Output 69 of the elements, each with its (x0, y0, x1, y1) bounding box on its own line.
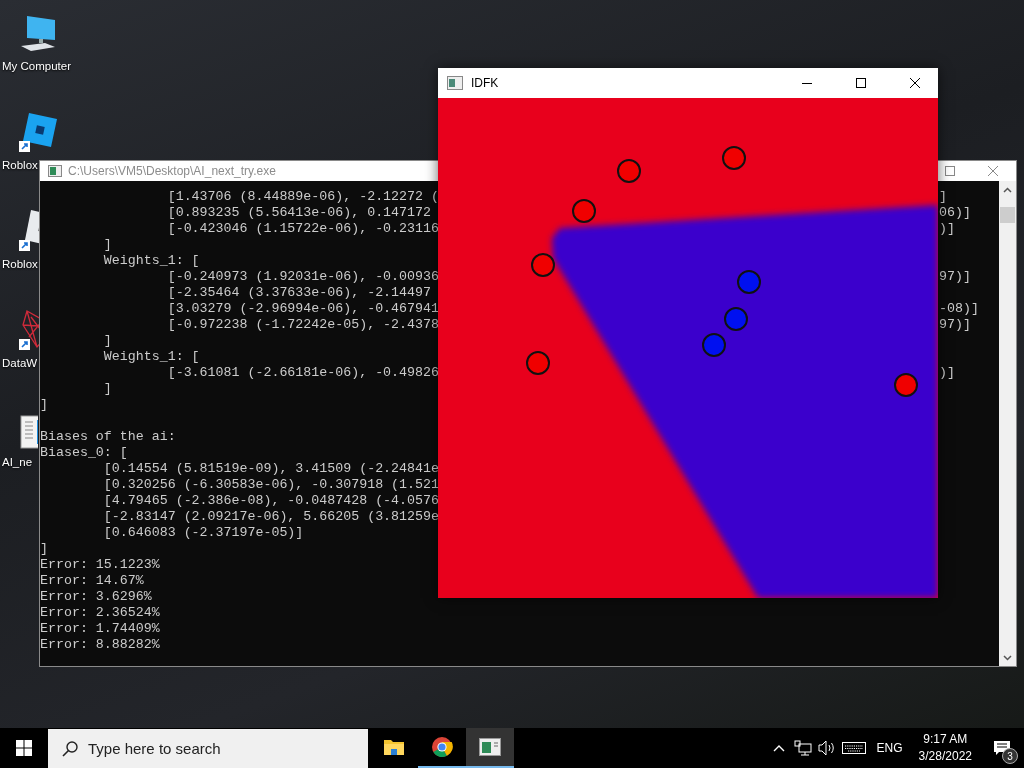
console-output-line: Error: 8.88282% (40, 637, 160, 653)
scrollbar[interactable] (999, 181, 1016, 666)
console-output-line: [-0.240973 (1.92031e-06), -0.00936 (166, 269, 439, 285)
console-output-line: ] (40, 541, 48, 557)
console-output-line: Biases of the ai: (40, 429, 176, 445)
console-output-line: [-0.423046 (1.15722e-06), -0.23116 (166, 221, 439, 237)
console-output-line: [0.14554 (5.81519e-09), 3.41509 (-2.24841e (102, 461, 439, 477)
search-field[interactable]: Type here to search (48, 729, 368, 768)
desktop-icon-label[interactable]: Roblox (0, 258, 38, 270)
web-icon (17, 307, 39, 351)
taskbar-app-button[interactable] (466, 728, 514, 768)
console-output-fragment: 97)] (939, 269, 971, 285)
console-output-line: ] (102, 381, 112, 397)
desktop-icon-label[interactable]: DataW (0, 357, 38, 369)
close-icon (988, 166, 998, 176)
windows-logo-icon (16, 740, 32, 756)
console-app-icon (479, 738, 501, 756)
maximize-icon (856, 78, 866, 88)
notifications-button[interactable]: 3 (980, 728, 1024, 768)
console-output-line: Biases_0: [ (40, 445, 128, 461)
window-title: IDFK (471, 76, 500, 90)
console-output-line: [1.43706 (8.44889e-06), -2.12272 ( (166, 189, 439, 205)
keyboard-icon (841, 742, 866, 754)
application-icon (447, 76, 463, 90)
console-output-line: [4.79465 (-2.386e-08), -0.0487428 (-4.0576 (102, 493, 439, 509)
console-output-line: Weights_1: [ (102, 253, 200, 269)
console-output-line: Error: 14.67% (40, 573, 144, 589)
console-output-line: Error: 2.36524% (40, 605, 160, 621)
console-output-line: [-3.61081 (-2.66181e-06), -0.49826 (166, 365, 439, 381)
console-output-line: Error: 15.1223% (40, 557, 160, 573)
console-output-line: Error: 3.6296% (40, 589, 152, 605)
console-app-icon (48, 165, 62, 177)
console-output-fragment: 97)] (939, 317, 971, 333)
chevron-up-icon (1003, 186, 1012, 193)
chevron-down-icon (1003, 654, 1012, 661)
desktop-icon-label[interactable]: Roblox (0, 159, 38, 171)
notification-count: 3 (1002, 748, 1018, 764)
browser-icon (431, 736, 453, 758)
console-output-line: [0.893235 (5.56413e-06), 0.147172 (166, 205, 431, 221)
network-icon (793, 740, 812, 756)
console-output-line: ] (102, 333, 112, 349)
speaker-icon (817, 740, 836, 756)
scrollbar-thumb[interactable] (1000, 207, 1015, 223)
maximize-icon (945, 166, 955, 176)
search-icon (62, 741, 78, 757)
console-output-fragment: ] (939, 189, 947, 205)
console-output-fragment: )] (939, 221, 955, 237)
language-button[interactable]: ENG (868, 728, 911, 768)
console-output-line: Error: 1.74409% (40, 621, 160, 637)
console-output-fragment: -08)] (939, 301, 979, 317)
close-icon (910, 78, 920, 88)
chevron-up-icon (772, 744, 785, 752)
desktop-icon-label[interactable]: AI_ne (0, 456, 33, 468)
desktop-icon-label[interactable]: My Computer (0, 60, 72, 72)
console-output-line: [0.646083 (-2.37197e-05)] (102, 525, 304, 541)
console-output-line: [3.03279 (-2.96994e-06), -0.467941 (166, 301, 439, 317)
console-output-fragment: 06)] (939, 205, 971, 221)
console-output-fragment: )] (939, 365, 955, 381)
window-title: C:\Users\VM5\Desktop\AI_next_try.exe (68, 164, 276, 178)
clock-button[interactable]: 9:17 AM 3/28/2022 (910, 728, 980, 768)
console-output-line: Weights_1: [ (102, 349, 200, 365)
folder-icon (383, 738, 405, 756)
roblox-icon (17, 111, 59, 153)
console-output-line: [-2.83147 (2.09217e-06), 5.66205 (3.81259e (102, 509, 439, 525)
console-output-line: [-0.972238 (-1.72242e-05), -2.4378 (166, 317, 439, 333)
console-output-line: [-2.35464 (3.37633e-06), -2.14497 (166, 285, 431, 301)
console-output-line: [0.320256 (-6.30583e-06), -0.307918 (1.521 (102, 477, 439, 493)
console-output-line: ] (102, 237, 112, 253)
console-output-line: ] (40, 397, 48, 413)
